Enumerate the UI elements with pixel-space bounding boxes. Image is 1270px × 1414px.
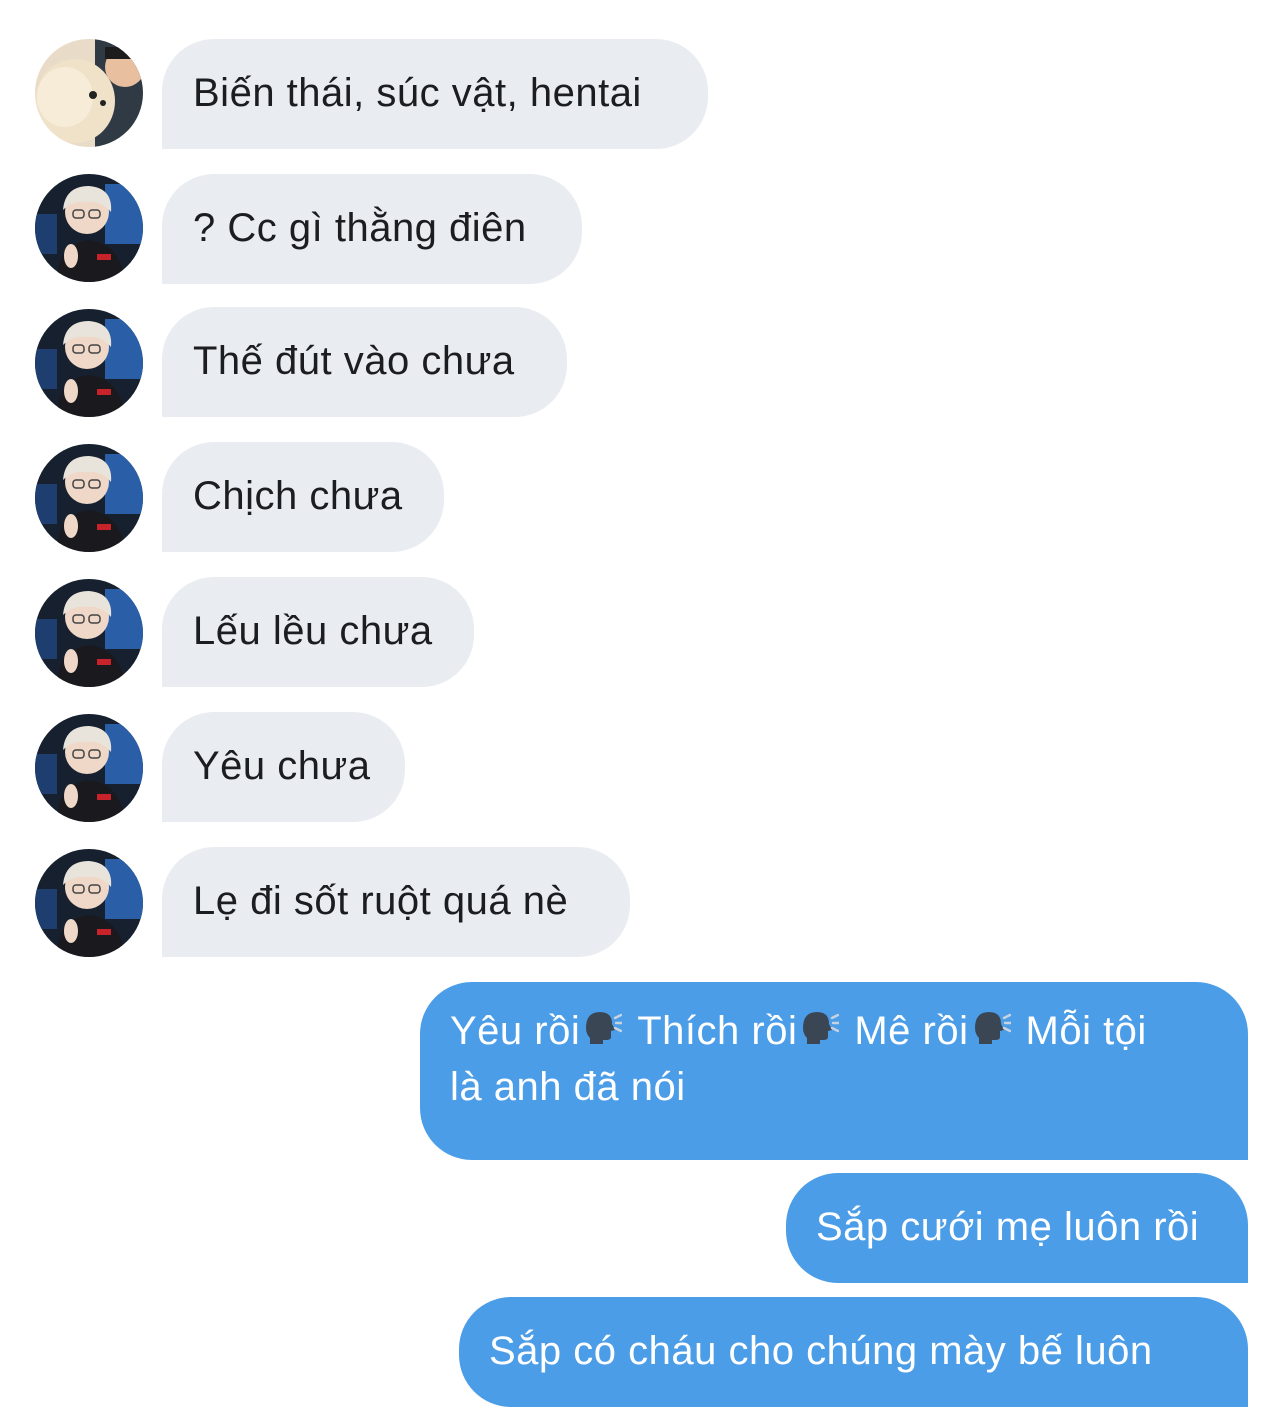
avatar-contact[interactable] [35, 579, 143, 687]
message-bubble-outgoing[interactable]: Sắp có cháu cho chúng mày bế luôn [459, 1297, 1248, 1407]
message-text: Sắp có cháu cho chúng mày bế luôn [489, 1329, 1153, 1373]
message-bubble-incoming[interactable]: Yêu chưa [162, 712, 405, 822]
message-text: Mỗi tội [1025, 1009, 1147, 1053]
message-text: Chịch chưa [193, 474, 403, 518]
message-text: Lếu lều chưa [193, 609, 433, 653]
message-bubble-incoming[interactable]: Biến thái, súc vật, hentai [162, 39, 708, 149]
message-text: Lẹ đi sốt ruột quá nè [193, 879, 569, 923]
message-bubble-incoming[interactable]: Lẹ đi sốt ruột quá nè [162, 847, 630, 957]
speaking-head-icon [586, 1012, 623, 1044]
avatar-image-person [35, 444, 143, 552]
message-bubble-incoming[interactable]: Chịch chưa [162, 442, 444, 552]
message-text: Yêu rồi [450, 1009, 581, 1053]
message-bubble-incoming[interactable]: ? Cc gì thằng điên [162, 174, 582, 284]
message-bubble-incoming[interactable]: Lếu lều chưa [162, 577, 474, 687]
avatar-contact[interactable] [35, 174, 143, 282]
avatar-image-person [35, 579, 143, 687]
avatar-contact[interactable] [35, 714, 143, 822]
speaking-head-icon [974, 1012, 1011, 1044]
message-text: Thích rồi [637, 1009, 798, 1053]
message-thread: Biến thái, súc vật, hentai ? Cc gì thằng… [0, 0, 1270, 1414]
avatar-image-person [35, 849, 143, 957]
speaking-head-icon [803, 1012, 840, 1044]
avatar-image-person [35, 309, 143, 417]
message-text: Yêu chưa [193, 744, 371, 788]
avatar-image-person [35, 714, 143, 822]
message-text: Sắp cưới mẹ luôn rồi [816, 1205, 1200, 1249]
message-text: Thế đút vào chưa [193, 339, 515, 383]
avatar-contact[interactable] [35, 849, 143, 957]
avatar-friend[interactable] [35, 39, 143, 147]
avatar-image-person [35, 174, 143, 282]
avatar-contact[interactable] [35, 444, 143, 552]
avatar-contact[interactable] [35, 309, 143, 417]
message-text: ? Cc gì thằng điên [193, 206, 527, 250]
message-bubble-outgoing[interactable]: Yêu rồi Thích rồi Mê rồi Mỗi tội là anh đã … [420, 982, 1248, 1160]
message-bubble-outgoing[interactable]: Sắp cưới mẹ luôn rồi [786, 1173, 1248, 1283]
message-text: Mê rồi [854, 1009, 969, 1053]
message-bubble-incoming[interactable]: Thế đút vào chưa [162, 307, 567, 417]
avatar-image-dog [35, 39, 143, 147]
message-line-2: là anh đã nói [450, 1065, 686, 1109]
message-line-1: Yêu rồi Thích rồi Mê rồi Mỗi tội [450, 1004, 1218, 1060]
message-text: Biến thái, súc vật, hentai [193, 71, 642, 115]
